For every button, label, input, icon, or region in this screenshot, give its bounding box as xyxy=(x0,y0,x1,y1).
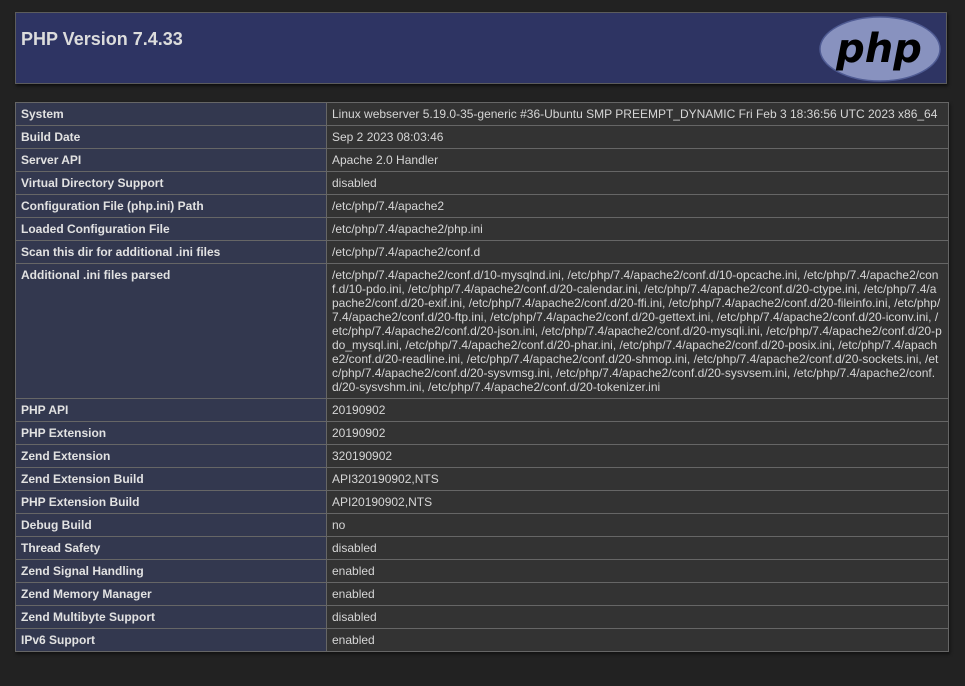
row-value: /etc/php/7.4/apache2/conf.d/10-mysqlnd.i… xyxy=(326,263,949,399)
page-title: PHP Version 7.4.33 xyxy=(21,29,183,49)
row-value: Sep 2 2023 08:03:46 xyxy=(326,125,949,149)
php-logo-text: php xyxy=(835,26,922,72)
row-value: enabled xyxy=(326,582,949,606)
row-key: Zend Extension xyxy=(15,444,327,468)
row-value: disabled xyxy=(326,605,949,629)
row-value: Apache 2.0 Handler xyxy=(326,148,949,172)
row-key: PHP Extension xyxy=(15,421,327,445)
row-key: PHP Extension Build xyxy=(15,490,327,514)
table-row: Zend Multibyte Support disabled xyxy=(15,605,949,629)
row-key: Build Date xyxy=(15,125,327,149)
table-row: System Linux webserver 5.19.0-35-generic … xyxy=(15,102,949,126)
row-key: Additional .ini files parsed xyxy=(15,263,327,399)
row-key: Server API xyxy=(15,148,327,172)
row-key: System xyxy=(15,102,327,126)
row-value: /etc/php/7.4/apache2/php.ini xyxy=(326,217,949,241)
table-row: PHP Extension Build API20190902,NTS xyxy=(15,490,949,514)
row-key: Zend Extension Build xyxy=(15,467,327,491)
php-logo-icon[interactable]: php xyxy=(819,16,941,82)
table-row: Zend Memory Manager enabled xyxy=(15,582,949,606)
row-value: 320190902 xyxy=(326,444,949,468)
row-value: Linux webserver 5.19.0-35-generic #36-Ub… xyxy=(326,102,949,126)
table-row: Debug Build no xyxy=(15,513,949,537)
row-value: disabled xyxy=(326,536,949,560)
row-key: Thread Safety xyxy=(15,536,327,560)
row-key: IPv6 Support xyxy=(15,628,327,652)
row-key: PHP API xyxy=(15,398,327,422)
table-row: Scan this dir for additional .ini files /… xyxy=(15,240,949,264)
row-value: API20190902,NTS xyxy=(326,490,949,514)
php-info-header: PHP Version 7.4.33 php xyxy=(15,12,947,84)
row-key: Zend Memory Manager xyxy=(15,582,327,606)
row-key: Zend Multibyte Support xyxy=(15,605,327,629)
table-row: Additional .ini files parsed/etc/php/7.4… xyxy=(15,263,949,399)
row-value: no xyxy=(326,513,949,537)
table-row: PHP API 20190902 xyxy=(15,398,949,422)
row-key: Loaded Configuration File xyxy=(15,217,327,241)
row-key: Configuration File (php.ini) Path xyxy=(15,194,327,218)
table-row: Virtual Directory Support disabled xyxy=(15,171,949,195)
table-row: Zend Extension Build API320190902,NTS xyxy=(15,467,949,491)
row-value: enabled xyxy=(326,559,949,583)
table-row: Thread Safety disabled xyxy=(15,536,949,560)
row-value: /etc/php/7.4/apache2 xyxy=(326,194,949,218)
table-row: Configuration File (php.ini) Path/etc/ph… xyxy=(15,194,949,218)
table-row: Build Date Sep 2 2023 08:03:46 xyxy=(15,125,949,149)
row-value: disabled xyxy=(326,171,949,195)
row-value: 20190902 xyxy=(326,398,949,422)
row-key: Scan this dir for additional .ini files xyxy=(15,240,327,264)
table-row: IPv6 Support enabled xyxy=(15,628,949,652)
php-info-table: System Linux webserver 5.19.0-35-generic … xyxy=(15,102,949,652)
row-value: 20190902 xyxy=(326,421,949,445)
table-row: Loaded Configuration File/etc/php/7.4/ap… xyxy=(15,217,949,241)
row-value: API320190902,NTS xyxy=(326,467,949,491)
table-row: Zend Extension 320190902 xyxy=(15,444,949,468)
table-row: Server API Apache 2.0 Handler xyxy=(15,148,949,172)
table-row: PHP Extension 20190902 xyxy=(15,421,949,445)
row-key: Debug Build xyxy=(15,513,327,537)
row-value: /etc/php/7.4/apache2/conf.d xyxy=(326,240,949,264)
row-value: enabled xyxy=(326,628,949,652)
table-row: Zend Signal Handling enabled xyxy=(15,559,949,583)
row-key: Zend Signal Handling xyxy=(15,559,327,583)
row-key: Virtual Directory Support xyxy=(15,171,327,195)
